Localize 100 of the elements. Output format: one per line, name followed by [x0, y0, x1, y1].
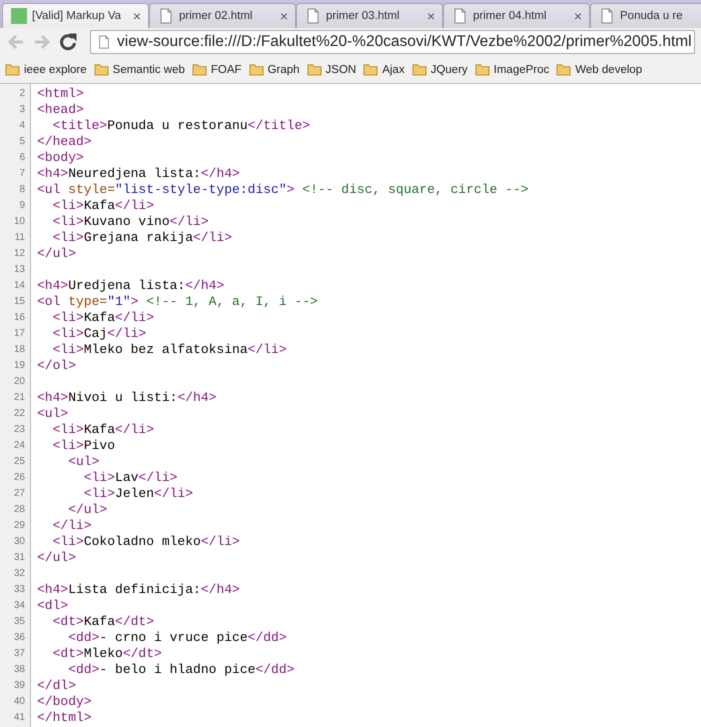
- page-icon: [599, 8, 615, 24]
- line-number: 18: [12, 343, 25, 357]
- line-number: 39: [12, 679, 25, 693]
- folder-icon: [5, 63, 20, 76]
- code-line: <li>Mleko bez alfatoksina</li>: [52, 342, 287, 358]
- line-number: 5: [18, 135, 25, 149]
- code-line: <dd>- belo i hladno pice</dd>: [67, 662, 294, 678]
- browser-tab[interactable]: primer 03.html ×: [296, 3, 443, 28]
- code-line: <h4>Lista definicija:</h4>: [37, 582, 240, 598]
- line-number: 6: [18, 151, 25, 165]
- line-number: 35: [12, 615, 25, 629]
- line-number: 8: [18, 183, 25, 197]
- line-number: 23: [12, 423, 25, 437]
- page-icon: [158, 8, 174, 24]
- code-line: <ul>: [67, 454, 100, 470]
- code-line: <ol type="1"> <!-- 1, A, a, I, i -->: [37, 294, 318, 310]
- bookmark-folder[interactable]: Semantic web: [94, 63, 185, 76]
- code-line: </dl>: [37, 678, 76, 694]
- code-line: <li>Grejana rakija</li>: [52, 230, 232, 246]
- code-line: <li>Pivo: [52, 438, 116, 454]
- bookmark-folder[interactable]: ImageProc: [474, 63, 550, 76]
- browser-tab[interactable]: primer 02.html ×: [149, 3, 296, 28]
- code-line: </head>: [37, 134, 92, 150]
- code-line: </ol>: [37, 358, 76, 374]
- code-line: <li>Kafa</li>: [52, 198, 154, 214]
- bookmark-folder[interactable]: JSON: [306, 63, 356, 76]
- tab-title: primer 04.html: [473, 10, 548, 22]
- line-number: 19: [12, 359, 25, 373]
- code-line: <html>: [37, 86, 84, 102]
- folder-icon: [363, 63, 378, 76]
- line-number: 2: [18, 87, 25, 101]
- close-icon[interactable]: ×: [426, 8, 435, 24]
- code-line: <h4>Uredjena lista:</h4>: [37, 278, 224, 294]
- browser-tab[interactable]: primer 04.html ×: [443, 3, 590, 28]
- code-line: <title>Ponuda u restoranu</title>: [52, 118, 310, 134]
- bookmark-folder[interactable]: JQuery: [412, 63, 468, 76]
- line-number: 7: [18, 167, 25, 181]
- code-line: <li>Kuvano vino</li>: [52, 214, 209, 230]
- tab-title: primer 03.html: [326, 10, 400, 22]
- bookmark-folder[interactable]: Graph: [248, 63, 300, 76]
- line-number: 11: [14, 231, 25, 245]
- page-icon: [452, 8, 468, 24]
- folder-icon: [412, 63, 427, 76]
- folder-icon: [248, 63, 264, 76]
- line-number: 33: [12, 583, 25, 597]
- code-line: <ul style="list-style-type:disc"> <!-- disc, square, circle -->: [37, 182, 529, 198]
- code-line: <dl>: [37, 598, 68, 614]
- code-line: <h4>Neuredjena lista:</h4>: [37, 166, 240, 182]
- line-number: 25: [12, 455, 25, 469]
- line-number: 41: [12, 711, 25, 725]
- line-number: 16: [12, 311, 25, 325]
- tab-title: primer 02.html: [179, 10, 254, 22]
- line-number: 3: [18, 103, 25, 117]
- code-line: <li>Caj</li>: [52, 326, 146, 342]
- close-icon[interactable]: ×: [132, 8, 141, 24]
- code-line: </ul>: [67, 502, 108, 518]
- code-line: </ul>: [37, 246, 76, 262]
- browser-tab[interactable]: Ponuda u re: [590, 3, 701, 28]
- code-line: <h4>Nivoi u listi:</h4>: [37, 390, 216, 406]
- bookmark-folder[interactable]: Ajax: [363, 63, 405, 76]
- line-number: 36: [12, 631, 25, 645]
- page-icon: [305, 8, 321, 24]
- code-line: <dt>Kafa</dt>: [52, 614, 154, 630]
- line-number: 10: [12, 215, 25, 229]
- code-line: <head>: [37, 102, 84, 118]
- tab-title: [Valid] Markup Va: [32, 10, 122, 22]
- code-line: <dt>Mleko</dt>: [52, 646, 162, 662]
- line-number: 13: [12, 263, 25, 277]
- bookmark-folder[interactable]: Web develop: [556, 63, 642, 76]
- reload-icon[interactable]: [58, 32, 78, 52]
- line-number: 28: [12, 503, 25, 517]
- code-line: <li>Kafa</li>: [52, 422, 154, 438]
- code-line: </body>: [37, 694, 92, 710]
- line-number: 17: [12, 327, 25, 341]
- line-number: 24: [12, 439, 25, 453]
- line-number: 30: [12, 535, 25, 549]
- bookmark-folder[interactable]: FOAF: [192, 63, 242, 76]
- line-number: 22: [12, 407, 25, 421]
- line-number: 29: [12, 519, 25, 533]
- line-number: 31: [12, 551, 25, 565]
- code-line: <ul>: [37, 406, 68, 422]
- folder-icon: [94, 63, 109, 76]
- square-icon: [11, 8, 27, 24]
- line-number: 26: [12, 471, 25, 485]
- line-number: 34: [12, 599, 25, 613]
- code-line: <li>Kafa</li>: [52, 310, 154, 326]
- page-icon: [97, 35, 111, 49]
- close-icon[interactable]: ×: [280, 8, 288, 24]
- bookmark-folder[interactable]: ieee explore: [5, 63, 87, 76]
- close-icon[interactable]: ×: [574, 8, 582, 24]
- code-line: <li>Lav</li>: [82, 470, 178, 486]
- line-number: 14: [12, 279, 25, 293]
- line-number: 40: [12, 695, 25, 709]
- code-line: </ul>: [37, 550, 76, 566]
- code-line: <body>: [37, 150, 84, 166]
- browser-tab[interactable]: [Valid] Markup Va ×: [2, 3, 149, 28]
- address-field[interactable]: view-source:file:///D:/Fakultet%20-%20casovi/KWT/Vezbe%2002/primer%2005.html: [90, 30, 695, 54]
- code-line: <li>Cokoladno mleko</li>: [52, 534, 240, 550]
- code-line: <dd>- crno i vruce pice</dd>: [67, 630, 287, 646]
- line-number: 37: [12, 647, 25, 661]
